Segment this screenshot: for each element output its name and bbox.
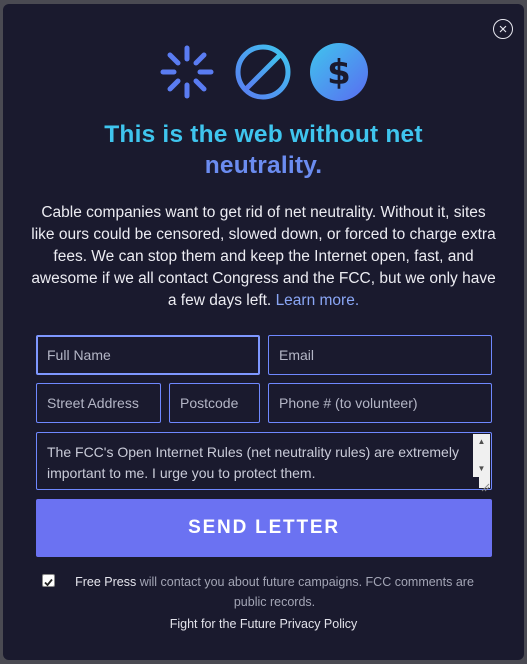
title-line-2: neutrality.	[204, 152, 323, 179]
close-button[interactable]: ×	[493, 19, 513, 39]
description-text: Cable companies want to get rid of net n…	[31, 204, 496, 309]
send-letter-button[interactable]: SEND LETTER	[36, 499, 492, 557]
full-name-input[interactable]: Full Name	[36, 335, 260, 375]
consent-text: Free Press will contact you about future…	[59, 572, 490, 612]
title-line-1: This is the web without net	[104, 121, 423, 148]
scroll-down-icon[interactable]: ▼	[473, 461, 490, 477]
phone-placeholder: Phone # (to volunteer)	[279, 395, 418, 411]
postcode-placeholder: Postcode	[180, 395, 239, 411]
letter-textarea[interactable]: The FCC's Open Internet Rules (net neutr…	[36, 432, 492, 492]
close-icon: ×	[498, 21, 508, 38]
privacy-policy-link[interactable]: Fight for the Future Privacy Policy	[3, 617, 524, 631]
learn-more-link[interactable]: Learn more.	[276, 292, 360, 309]
dollar-coin-icon: $	[310, 43, 368, 101]
email-input[interactable]: Email	[268, 335, 492, 375]
blocked-circle-icon	[235, 44, 291, 100]
svg-text:$: $	[327, 53, 351, 93]
checkmark-icon	[44, 578, 53, 587]
net-neutrality-modal: × $ This is the web without net neutrali…	[3, 4, 524, 660]
email-placeholder: Email	[279, 347, 315, 363]
street-address-input[interactable]: Street Address	[36, 383, 161, 423]
description: Cable companies want to get rid of net n…	[29, 202, 498, 312]
street-address-placeholder: Street Address	[47, 395, 139, 411]
letter-text: The FCC's Open Internet Rules (net neutr…	[47, 444, 459, 481]
modal-title: This is the web without net neutrality.	[23, 119, 504, 181]
phone-input[interactable]: Phone # (to volunteer)	[268, 383, 492, 423]
postcode-input[interactable]: Postcode	[169, 383, 260, 423]
consent-checkbox[interactable]	[42, 574, 55, 587]
textarea-scrollbar[interactable]: ▲ ▼	[473, 434, 490, 477]
header-icons: $	[3, 42, 524, 102]
resize-handle-icon[interactable]	[479, 477, 490, 492]
full-name-placeholder: Full Name	[47, 347, 111, 363]
scroll-up-icon[interactable]: ▲	[473, 434, 490, 450]
consent-description: will contact you about future campaigns.…	[139, 575, 474, 609]
loading-spinner-icon	[160, 45, 214, 99]
consent-org: Free Press	[75, 575, 137, 589]
